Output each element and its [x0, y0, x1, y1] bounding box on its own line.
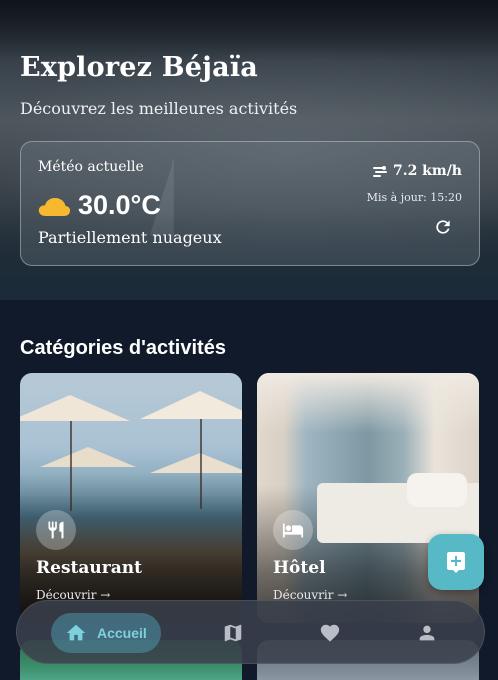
nav-item-profile[interactable]	[415, 621, 439, 645]
person-icon	[419, 625, 435, 641]
umbrella-shape	[20, 395, 130, 421]
bottom-navigation: Accueil	[16, 600, 485, 664]
category-card-restaurant[interactable]: Restaurant Découvrir →	[20, 373, 242, 623]
category-name: Restaurant	[36, 558, 142, 578]
weather-condition: Partiellement nuageux	[38, 228, 222, 247]
nav-item-favorites[interactable]	[318, 621, 342, 645]
weather-card: Météo actuelle 30.0°C Partiellement nuag…	[20, 141, 480, 266]
page-title: Explorez Béjaïa	[20, 52, 258, 83]
hotel-ceiling-shape	[257, 373, 479, 433]
categories-heading: Catégories d'activités	[20, 337, 226, 359]
category-icon-wrap	[273, 510, 313, 550]
umbrella-shape	[140, 391, 242, 419]
umbrella-pole	[70, 421, 72, 511]
umbrella-shape	[150, 453, 242, 473]
weather-label: Météo actuelle	[38, 159, 144, 175]
weather-wind: 7.2 km/h	[372, 163, 462, 179]
category-icon-wrap	[36, 510, 76, 550]
weather-wind-value: 7.2 km/h	[392, 163, 462, 179]
umbrella-shape	[40, 447, 136, 467]
nav-item-home[interactable]: Accueil	[51, 613, 161, 653]
restaurant-icon	[48, 521, 64, 539]
wind-icon	[372, 166, 387, 177]
add-location-button[interactable]	[428, 534, 484, 590]
umbrella-pole	[200, 419, 202, 509]
weather-updated-time: Mis à jour: 15:20	[366, 191, 462, 204]
add-location-icon	[447, 552, 465, 573]
cloud-sun-icon	[38, 198, 71, 216]
hero-top-fade	[0, 0, 498, 60]
heart-icon	[320, 624, 340, 642]
hotel-bed-icon	[282, 523, 304, 538]
category-name: Hôtel	[273, 558, 326, 578]
page-subtitle: Découvrez les meilleures activités	[20, 99, 298, 118]
home-icon	[66, 624, 86, 641]
weather-temperature: 30.0°C	[78, 190, 161, 220]
hero-section: Explorez Béjaïa Découvrez les meilleures…	[0, 0, 498, 300]
nav-item-map[interactable]	[221, 621, 245, 645]
refresh-icon[interactable]	[433, 217, 453, 237]
hotel-pillow-shape	[407, 473, 467, 507]
nav-item-label: Accueil	[97, 625, 147, 641]
map-icon	[224, 624, 242, 642]
